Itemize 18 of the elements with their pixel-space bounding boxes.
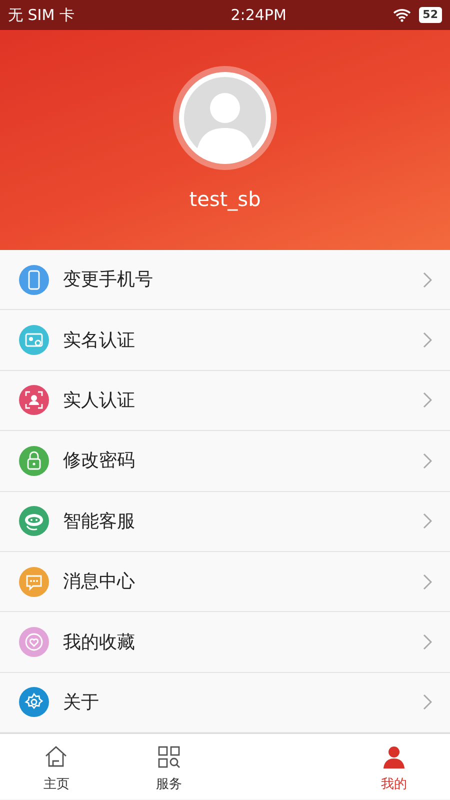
wifi-icon <box>392 8 411 22</box>
chevron-icon <box>423 634 432 650</box>
chevron-icon <box>423 574 432 590</box>
chevron-icon <box>423 332 432 348</box>
menu-item[interactable]: 智能客服 <box>0 492 450 552</box>
tab-button[interactable]: 主页 <box>0 734 112 800</box>
chevron-icon <box>423 392 432 408</box>
battery-level: 52 <box>418 6 442 24</box>
username: test_sb <box>189 186 261 213</box>
clock-time: 2:24PM <box>230 4 286 26</box>
chevron-icon <box>423 272 432 288</box>
tab-button[interactable]: 服务 <box>112 734 225 800</box>
tab-button[interactable]: 我的 <box>338 734 450 800</box>
carrier-label: 无 SIM 卡 <box>8 4 74 26</box>
chevron-icon <box>423 452 432 469</box>
chevron-icon <box>423 513 432 530</box>
chevron-icon <box>423 694 432 710</box>
menu-item[interactable]: 关于 <box>0 672 450 734</box>
